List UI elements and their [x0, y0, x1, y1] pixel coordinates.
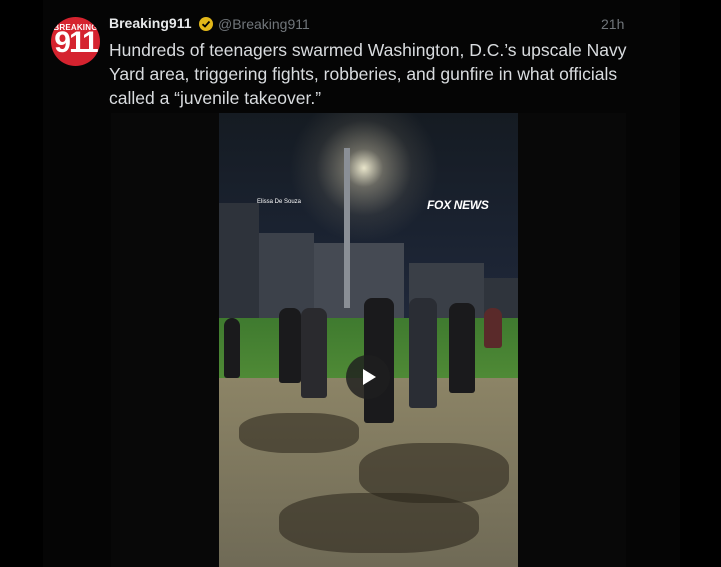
play-icon — [363, 369, 376, 385]
verified-badge-icon — [199, 17, 213, 31]
crowd-shadow — [279, 493, 479, 553]
avatar[interactable]: BREAKING 911 — [51, 17, 100, 66]
foxnews-watermark: FOX NEWS — [427, 198, 489, 212]
tweet-text: Hundreds of teenagers swarmed Washington… — [109, 40, 627, 108]
play-button[interactable] — [346, 355, 390, 399]
person — [449, 303, 475, 393]
person — [301, 308, 327, 398]
crowd-shadow — [239, 413, 359, 453]
author-handle[interactable]: @Breaking911 — [218, 16, 310, 32]
person — [484, 308, 502, 348]
street-light-glow — [289, 113, 439, 243]
person — [279, 308, 301, 383]
building — [219, 203, 259, 323]
person — [224, 318, 240, 378]
light-pole — [344, 148, 350, 308]
tweet-media[interactable]: Elissa De Souza FOX NEWS — [111, 113, 626, 567]
tweet-timestamp[interactable]: 21h — [601, 16, 624, 32]
video-credit: Elissa De Souza — [257, 199, 302, 205]
avatar-brand-number: 911 — [54, 26, 98, 59]
author-name[interactable]: Breaking911 — [109, 15, 192, 31]
video-player[interactable]: Elissa De Souza FOX NEWS — [219, 113, 518, 567]
person — [409, 298, 437, 408]
